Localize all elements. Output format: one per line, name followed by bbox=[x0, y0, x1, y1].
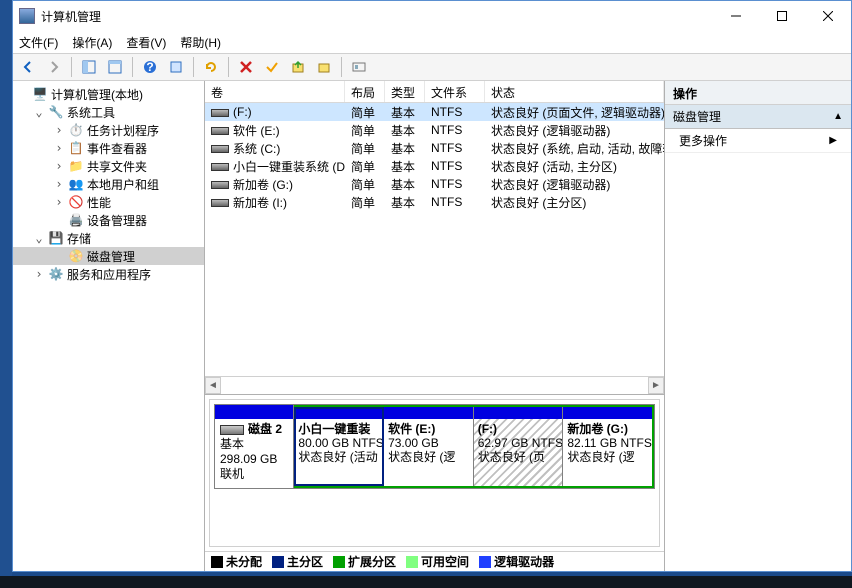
volume-icon bbox=[211, 181, 229, 189]
volume-icon bbox=[211, 145, 229, 153]
volume-row[interactable]: 软件 (E:)简单基本NTFS状态良好 (逻辑驱动器) bbox=[205, 121, 664, 139]
col-layout[interactable]: 布局 bbox=[345, 81, 385, 102]
back-button[interactable] bbox=[17, 56, 39, 78]
partition[interactable]: (F:)62.97 GB NTFS状态良好 (页 bbox=[474, 407, 564, 486]
legend-extended: 扩展分区 bbox=[333, 553, 396, 570]
close-button[interactable] bbox=[805, 1, 851, 31]
tree-services-apps[interactable]: ›⚙️服务和应用程序 bbox=[13, 265, 204, 283]
disk-type: 基本 bbox=[220, 437, 288, 452]
tree-device-manager[interactable]: 🖨️设备管理器 bbox=[13, 211, 204, 229]
volume-scrollbar[interactable]: ◄ ► bbox=[205, 376, 664, 394]
refresh-button[interactable] bbox=[200, 56, 222, 78]
forward-button[interactable] bbox=[43, 56, 65, 78]
volume-row[interactable]: 小白一键重装系统 (D:)简单基本NTFS状态良好 (活动, 主分区) bbox=[205, 157, 664, 175]
col-volume[interactable]: 卷 bbox=[205, 81, 345, 102]
legend-unalloc: 未分配 bbox=[211, 553, 262, 570]
partition[interactable]: 小白一键重装80.00 GB NTFS状态良好 (活动 bbox=[294, 407, 384, 486]
settings-button[interactable] bbox=[348, 56, 370, 78]
menu-view[interactable]: 查看(V) bbox=[126, 34, 166, 51]
menu-help[interactable]: 帮助(H) bbox=[180, 34, 221, 51]
toolbar: ? bbox=[13, 53, 851, 81]
tree-performance[interactable]: ›🚫性能 bbox=[13, 193, 204, 211]
tree-shared-folders[interactable]: ›📁共享文件夹 bbox=[13, 157, 204, 175]
svg-text:?: ? bbox=[146, 60, 153, 74]
volume-row[interactable]: (F:)简单基本NTFS状态良好 (页面文件, 逻辑驱动器) bbox=[205, 103, 664, 121]
actions-section[interactable]: 磁盘管理▲ bbox=[665, 105, 851, 129]
volume-icon bbox=[211, 199, 229, 207]
compmgmt-window: 计算机管理 文件(F) 操作(A) 查看(V) 帮助(H) ? 🖥️计 bbox=[12, 0, 852, 572]
legend-free: 可用空间 bbox=[406, 553, 469, 570]
volume-rows[interactable]: (F:)简单基本NTFS状态良好 (页面文件, 逻辑驱动器)软件 (E:)简单基… bbox=[205, 103, 664, 376]
actions-header: 操作 bbox=[665, 81, 851, 105]
partition[interactable]: 软件 (E:)73.00 GB状态良好 (逻 bbox=[384, 407, 474, 486]
tree-local-users[interactable]: ›👥本地用户和组 bbox=[13, 175, 204, 193]
menu-action[interactable]: 操作(A) bbox=[72, 34, 112, 51]
disk-size: 298.09 GB bbox=[220, 452, 288, 467]
actions-more[interactable]: 更多操作▶ bbox=[665, 129, 851, 153]
tree-disk-management[interactable]: 📀磁盘管理 bbox=[13, 247, 204, 265]
menubar: 文件(F) 操作(A) 查看(V) 帮助(H) bbox=[13, 31, 851, 53]
window-title: 计算机管理 bbox=[41, 8, 713, 25]
legend-logical: 逻辑驱动器 bbox=[479, 553, 554, 570]
legend-primary: 主分区 bbox=[272, 553, 323, 570]
props-button[interactable] bbox=[165, 56, 187, 78]
volume-row[interactable]: 系统 (C:)简单基本NTFS状态良好 (系统, 启动, 活动, 故障转储) bbox=[205, 139, 664, 157]
disk-icon bbox=[220, 425, 244, 435]
volume-row[interactable]: 新加卷 (I:)简单基本NTFS状态良好 (主分区) bbox=[205, 193, 664, 211]
app-icon bbox=[19, 8, 35, 24]
titlebar[interactable]: 计算机管理 bbox=[13, 1, 851, 31]
tree-system-tools[interactable]: ⌄🔧系统工具 bbox=[13, 103, 204, 121]
view-button[interactable] bbox=[104, 56, 126, 78]
navigation-tree[interactable]: 🖥️计算机管理(本地) ⌄🔧系统工具 ›⏱️任务计划程序 ›📋事件查看器 ›📁共… bbox=[13, 81, 205, 571]
tree-root[interactable]: 🖥️计算机管理(本地) bbox=[13, 85, 204, 103]
collapse-icon: ▲ bbox=[833, 111, 843, 122]
misc-button-1[interactable] bbox=[287, 56, 309, 78]
volume-icon bbox=[211, 127, 229, 135]
scroll-left-icon[interactable]: ◄ bbox=[205, 377, 221, 394]
menu-file[interactable]: 文件(F) bbox=[19, 34, 58, 51]
disk-info[interactable]: 磁盘 2 基本 298.09 GB 联机 bbox=[215, 405, 294, 488]
scroll-right-icon[interactable]: ► bbox=[648, 377, 664, 394]
center-panel: 卷 布局 类型 文件系统 状态 (F:)简单基本NTFS状态良好 (页面文件, … bbox=[205, 81, 665, 571]
volume-icon bbox=[211, 163, 229, 171]
volume-icon bbox=[211, 109, 229, 117]
tree-storage[interactable]: ⌄💾存储 bbox=[13, 229, 204, 247]
volume-row[interactable]: 新加卷 (G:)简单基本NTFS状态良好 (逻辑驱动器) bbox=[205, 175, 664, 193]
check-button[interactable] bbox=[261, 56, 283, 78]
partition-container: 小白一键重装80.00 GB NTFS状态良好 (活动软件 (E:)73.00 … bbox=[294, 405, 654, 488]
volume-list: 卷 布局 类型 文件系统 状态 (F:)简单基本NTFS状态良好 (页面文件, … bbox=[205, 81, 664, 395]
misc-button-2[interactable] bbox=[313, 56, 335, 78]
volume-list-header[interactable]: 卷 布局 类型 文件系统 状态 bbox=[205, 81, 664, 103]
partition[interactable]: 新加卷 (G:)82.11 GB NTFS状态良好 (逻 bbox=[563, 407, 652, 486]
minimize-button[interactable] bbox=[713, 1, 759, 31]
actions-panel: 操作 磁盘管理▲ 更多操作▶ bbox=[665, 81, 851, 571]
col-type[interactable]: 类型 bbox=[385, 81, 425, 102]
disk-row[interactable]: 磁盘 2 基本 298.09 GB 联机 小白一键重装80.00 GB NTFS… bbox=[214, 404, 655, 489]
tree-task-scheduler[interactable]: ›⏱️任务计划程序 bbox=[13, 121, 204, 139]
delete-button[interactable] bbox=[235, 56, 257, 78]
disk-label: 磁盘 2 bbox=[248, 422, 282, 436]
submenu-icon: ▶ bbox=[829, 135, 837, 146]
tree-event-viewer[interactable]: ›📋事件查看器 bbox=[13, 139, 204, 157]
col-filesystem[interactable]: 文件系统 bbox=[425, 81, 485, 102]
disk-online: 联机 bbox=[220, 467, 288, 482]
help-button[interactable]: ? bbox=[139, 56, 161, 78]
legend: 未分配 主分区 扩展分区 可用空间 逻辑驱动器 bbox=[205, 551, 664, 571]
col-status[interactable]: 状态 bbox=[485, 81, 664, 102]
show-hide-tree-button[interactable] bbox=[78, 56, 100, 78]
maximize-button[interactable] bbox=[759, 1, 805, 31]
disk-graphic-panel: 磁盘 2 基本 298.09 GB 联机 小白一键重装80.00 GB NTFS… bbox=[205, 395, 664, 571]
